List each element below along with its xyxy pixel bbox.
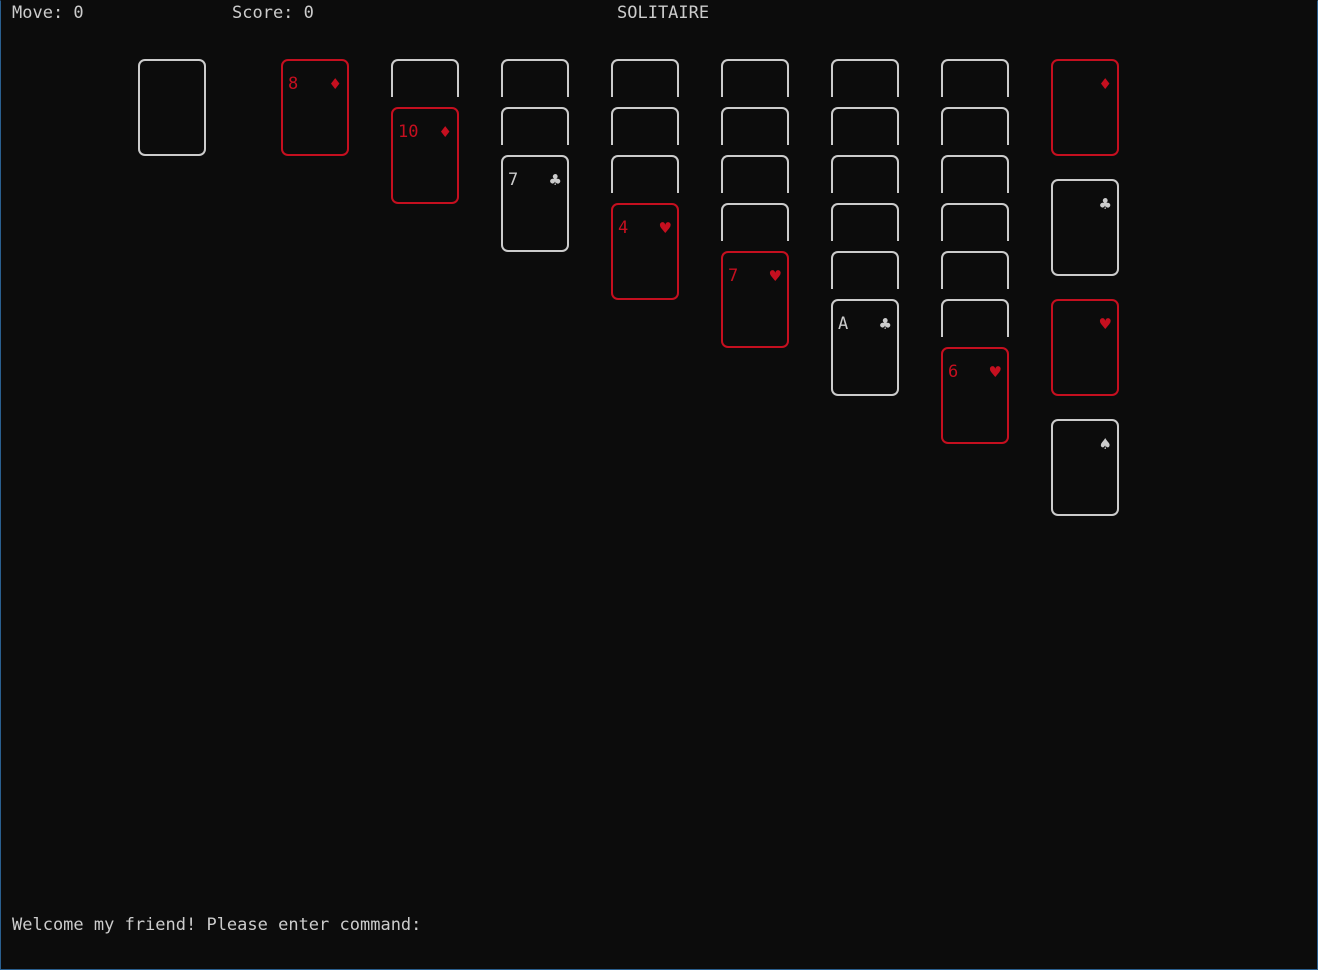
foundation-pile[interactable]: ♦ bbox=[1051, 59, 1119, 156]
face-down-card bbox=[721, 155, 789, 193]
card-rank: A bbox=[838, 314, 849, 334]
diamond-icon: ♦ bbox=[438, 123, 452, 141]
tableau-top-card[interactable]: A ♣ bbox=[831, 299, 899, 396]
club-icon: ♣ bbox=[548, 171, 562, 189]
face-down-card bbox=[721, 107, 789, 145]
tableau-top-card[interactable]: 7 ♥ bbox=[721, 251, 789, 348]
game-title: SOLITAIRE bbox=[617, 3, 710, 23]
card-rank: 7 bbox=[508, 170, 519, 190]
tableau-top-card[interactable]: 10 ♦ bbox=[391, 107, 459, 204]
spade-icon: ♠ bbox=[1098, 435, 1112, 453]
face-down-card bbox=[941, 107, 1009, 145]
face-down-card bbox=[941, 251, 1009, 289]
console-window: Move: 0 Score: 0 SOLITAIRE 8 ♦ 10 ♦ 7 ♣ 4 ♥ 7 ♥… bbox=[0, 0, 1318, 970]
card-rank: 10 bbox=[398, 122, 419, 142]
heart-icon: ♥ bbox=[768, 267, 782, 285]
move-counter: Move: 0 bbox=[12, 3, 84, 23]
card-rank: 4 bbox=[618, 218, 629, 238]
face-down-card bbox=[831, 203, 899, 241]
face-down-card bbox=[941, 155, 1009, 193]
club-icon: ♣ bbox=[878, 315, 892, 333]
tableau-top-card[interactable]: 4 ♥ bbox=[611, 203, 679, 300]
heart-icon: ♥ bbox=[988, 363, 1002, 381]
card-rank: 7 bbox=[728, 266, 739, 286]
face-down-card bbox=[831, 251, 899, 289]
face-down-card bbox=[831, 107, 899, 145]
face-down-card bbox=[941, 299, 1009, 337]
heart-icon: ♥ bbox=[658, 219, 672, 237]
face-down-card bbox=[831, 59, 899, 97]
face-down-card bbox=[611, 155, 679, 193]
foundation-pile[interactable]: ♠ bbox=[1051, 419, 1119, 516]
diamond-icon: ♦ bbox=[328, 75, 342, 93]
face-down-card bbox=[611, 59, 679, 97]
stock-pile[interactable] bbox=[138, 59, 206, 156]
face-down-card bbox=[721, 59, 789, 97]
tableau-top-card[interactable]: 7 ♣ bbox=[501, 155, 569, 252]
face-down-card bbox=[501, 107, 569, 145]
card-rank: 6 bbox=[948, 362, 959, 382]
face-down-card bbox=[501, 59, 569, 97]
face-down-card bbox=[941, 59, 1009, 97]
face-down-card bbox=[721, 203, 789, 241]
waste-card[interactable]: 8 ♦ bbox=[281, 59, 349, 156]
command-prompt[interactable]: Welcome my friend! Please enter command: bbox=[12, 915, 421, 935]
heart-icon: ♥ bbox=[1098, 315, 1112, 333]
score-counter: Score: 0 bbox=[232, 3, 314, 23]
face-down-card bbox=[831, 155, 899, 193]
foundation-pile[interactable]: ♥ bbox=[1051, 299, 1119, 396]
tableau-top-card[interactable]: 6 ♥ bbox=[941, 347, 1009, 444]
diamond-icon: ♦ bbox=[1098, 75, 1112, 93]
face-down-card bbox=[391, 59, 459, 97]
card-rank: 8 bbox=[288, 74, 299, 94]
face-down-card bbox=[941, 203, 1009, 241]
club-icon: ♣ bbox=[1098, 195, 1112, 213]
face-down-card bbox=[611, 107, 679, 145]
foundation-pile[interactable]: ♣ bbox=[1051, 179, 1119, 276]
